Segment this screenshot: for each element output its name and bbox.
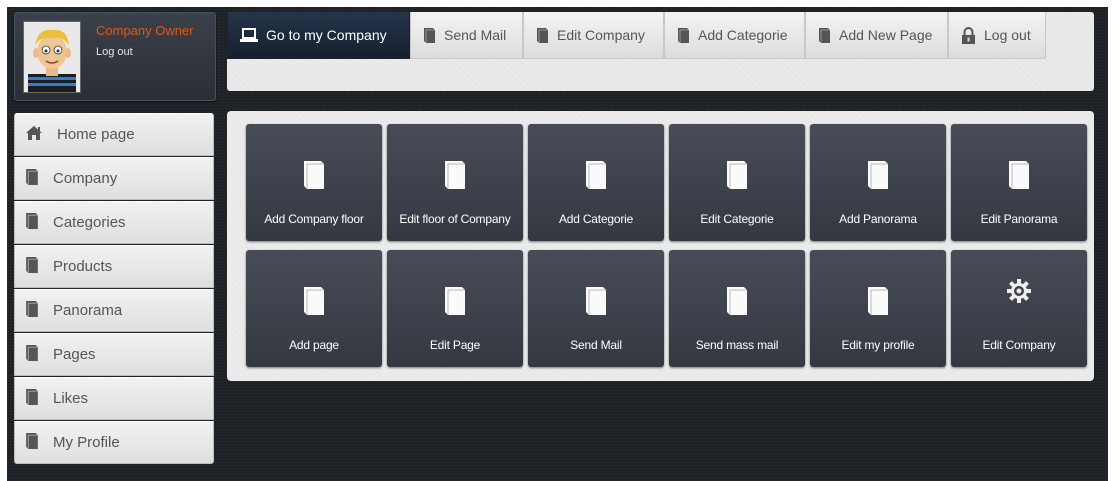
tile-add-panorama[interactable]: Add Panorama bbox=[810, 124, 946, 241]
tile-label: Edit Company bbox=[982, 338, 1056, 352]
profile-box: Company Owner Log out bbox=[14, 12, 216, 101]
profile-logout-link[interactable]: Log out bbox=[96, 46, 133, 58]
sidebar-item-label: My Profile bbox=[53, 434, 120, 451]
sidebar-item-products[interactable]: Products bbox=[14, 245, 214, 288]
tile-label: Edit floor of Company bbox=[399, 212, 511, 226]
page-icon bbox=[585, 286, 607, 316]
page-icon bbox=[1008, 160, 1030, 190]
tile-send-mass-mail[interactable]: Send mass mail bbox=[669, 250, 805, 367]
tile-edit-panorama[interactable]: Edit Panorama bbox=[951, 124, 1087, 241]
profile-name: Company Owner bbox=[96, 23, 194, 38]
avatar bbox=[23, 21, 81, 93]
page-icon bbox=[867, 286, 889, 316]
document-icon bbox=[25, 388, 39, 410]
tile-label: Edit Panorama bbox=[980, 212, 1058, 226]
page-icon bbox=[867, 160, 889, 190]
logout-button[interactable]: Log out bbox=[948, 12, 1046, 59]
add-categorie-button[interactable]: Add Categorie bbox=[664, 12, 805, 59]
document-icon bbox=[25, 432, 39, 454]
sidebar-item-panorama[interactable]: Panorama bbox=[14, 289, 214, 332]
tile-label: Edit Categorie bbox=[700, 212, 774, 226]
sidebar-item-home-page[interactable]: Home page bbox=[14, 113, 214, 156]
tile-label: Add Company floor bbox=[264, 212, 364, 226]
page-icon bbox=[585, 160, 607, 190]
go-to-company-button[interactable]: Go to my Company bbox=[227, 12, 410, 59]
add-new-page-button[interactable]: Add New Page bbox=[805, 12, 948, 59]
sidebar-item-company[interactable]: Company bbox=[14, 157, 214, 200]
sidebar-nav: Home page Company Categories Products Pa… bbox=[14, 113, 214, 465]
document-icon bbox=[423, 27, 436, 44]
tile-send-mail[interactable]: Send Mail bbox=[528, 250, 664, 367]
document-icon bbox=[536, 27, 549, 44]
tile-edit-floor-of-company[interactable]: Edit floor of Company bbox=[387, 124, 523, 241]
home-icon bbox=[25, 125, 43, 145]
tile-label: Add Categorie bbox=[558, 212, 634, 226]
sidebar-item-likes[interactable]: Likes bbox=[14, 377, 214, 420]
document-icon bbox=[25, 256, 39, 278]
add-new-page-label: Add New Page bbox=[839, 27, 933, 43]
page-icon bbox=[303, 286, 325, 316]
sidebar-item-label: Products bbox=[53, 258, 113, 275]
document-icon bbox=[25, 212, 39, 234]
sidebar-item-pages[interactable]: Pages bbox=[14, 333, 214, 376]
page-icon bbox=[303, 160, 325, 190]
sidebar-item-label: Likes bbox=[53, 390, 89, 407]
sidebar-item-my-profile[interactable]: My Profile bbox=[14, 421, 214, 464]
page-icon bbox=[726, 286, 748, 316]
send-mail-button[interactable]: Send Mail bbox=[410, 12, 523, 59]
tile-label: Send Mail bbox=[570, 338, 622, 352]
tile-label: Edit my profile bbox=[841, 338, 915, 352]
sidebar-item-label: Panorama bbox=[53, 302, 123, 319]
page-icon bbox=[444, 286, 466, 316]
tile-edit-company[interactable]: Edit Company bbox=[951, 250, 1087, 367]
document-icon bbox=[25, 344, 39, 366]
top-toolbar: Go to my Company Send Mail Edit Company … bbox=[227, 12, 1094, 91]
action-tiles-panel: Add Company floor Edit floor of Company … bbox=[227, 111, 1094, 381]
document-icon bbox=[25, 300, 39, 322]
document-icon bbox=[677, 27, 690, 44]
go-to-company-label: Go to my Company bbox=[266, 27, 387, 43]
add-categorie-label: Add Categorie bbox=[698, 27, 788, 43]
tile-edit-categorie[interactable]: Edit Categorie bbox=[669, 124, 805, 241]
document-icon bbox=[818, 27, 831, 44]
sidebar-item-label: Home page bbox=[57, 126, 135, 143]
sidebar-item-label: Categories bbox=[53, 214, 126, 231]
tile-edit-page[interactable]: Edit Page bbox=[387, 250, 523, 367]
send-mail-label: Send Mail bbox=[444, 27, 507, 43]
document-icon bbox=[25, 168, 39, 190]
sidebar-item-categories[interactable]: Categories bbox=[14, 201, 214, 244]
logout-label: Log out bbox=[984, 27, 1031, 43]
sidebar-item-label: Company bbox=[53, 170, 118, 187]
tile-add-categorie[interactable]: Add Categorie bbox=[528, 124, 664, 241]
tile-label: Add Panorama bbox=[839, 212, 917, 226]
tile-label: Edit Page bbox=[429, 338, 481, 352]
lock-icon bbox=[961, 26, 976, 44]
tile-label: Add page bbox=[289, 338, 339, 352]
tile-add-page[interactable]: Add page bbox=[246, 250, 382, 367]
laptop-icon bbox=[240, 27, 258, 43]
page-icon bbox=[444, 160, 466, 190]
tile-add-company-floor[interactable]: Add Company floor bbox=[246, 124, 382, 241]
page-icon bbox=[726, 160, 748, 190]
gear-icon bbox=[1006, 278, 1032, 304]
tile-edit-my-profile[interactable]: Edit my profile bbox=[810, 250, 946, 367]
tile-label: Send mass mail bbox=[695, 338, 779, 352]
edit-company-label: Edit Company bbox=[557, 27, 645, 43]
edit-company-button[interactable]: Edit Company bbox=[523, 12, 664, 59]
sidebar-item-label: Pages bbox=[53, 346, 96, 363]
